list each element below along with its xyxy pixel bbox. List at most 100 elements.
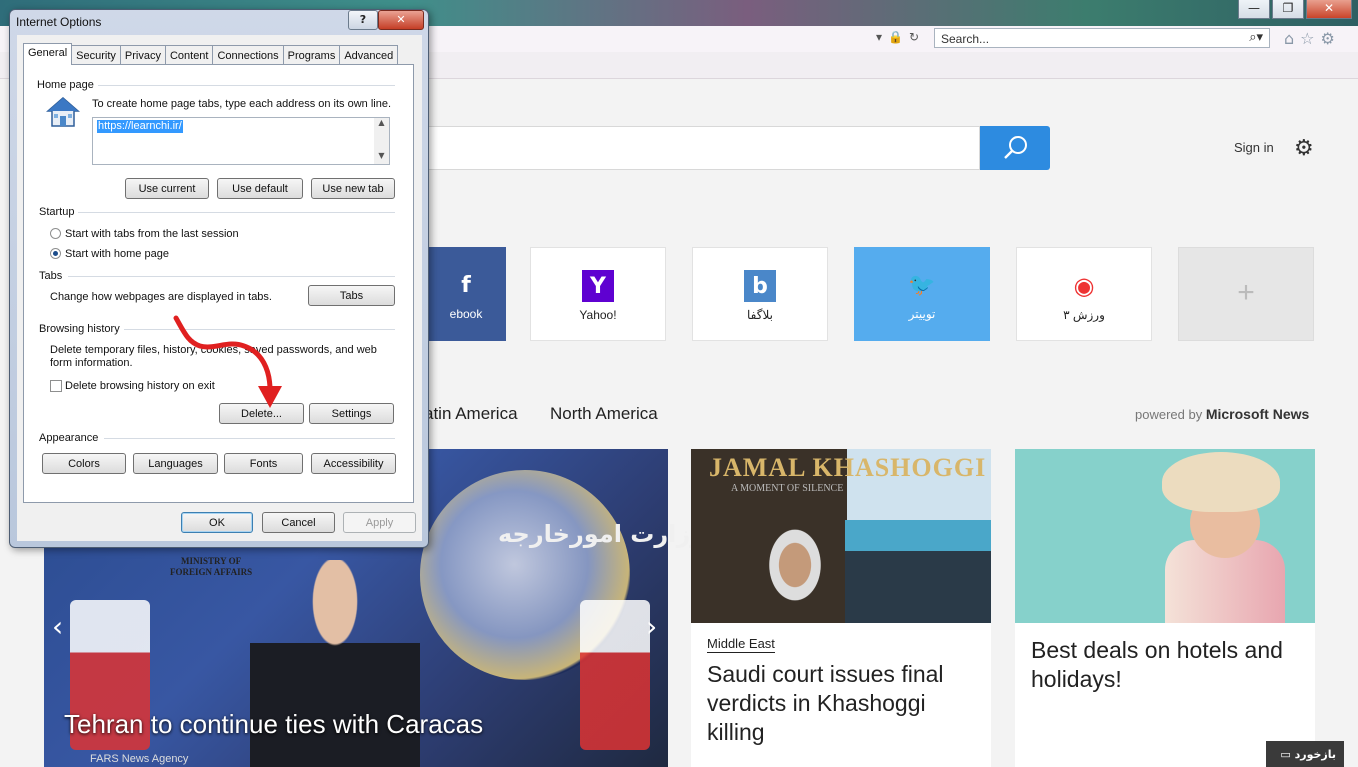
annotation-arrow-icon bbox=[173, 315, 282, 408]
use-current-button[interactable]: Use current bbox=[125, 178, 209, 199]
yahoo-icon: Y bbox=[582, 270, 614, 302]
use-default-button[interactable]: Use default bbox=[217, 178, 303, 199]
startup-home-page-label[interactable]: Start with home page bbox=[65, 248, 169, 261]
browser-toolbar-icons: ⌂ ☆ ⚙ bbox=[1284, 29, 1335, 48]
image-banner-text: JAMAL KHASHOGGI bbox=[709, 453, 987, 482]
tab-content[interactable]: Content bbox=[164, 45, 214, 65]
history-settings-button[interactable]: Settings bbox=[309, 403, 394, 424]
facebook-icon: f bbox=[461, 272, 471, 298]
home-page-icon bbox=[46, 97, 80, 127]
hero-image-flag bbox=[580, 600, 650, 750]
hero-image-mfa-text: MINISTRY OF FOREIGN AFFAIRS bbox=[170, 556, 252, 578]
help-button[interactable]: ? bbox=[348, 10, 378, 30]
window-controls: — ❐ ✕ bbox=[1238, 0, 1352, 20]
feedback-button[interactable]: ▭ بازخورد bbox=[1266, 741, 1344, 767]
mfa-line: MINISTRY OF bbox=[180, 556, 242, 566]
use-new-tab-button[interactable]: Use new tab bbox=[311, 178, 395, 199]
tabs-description: Change how webpages are displayed in tab… bbox=[50, 291, 272, 303]
dialog-title: Internet Options bbox=[16, 15, 102, 29]
tab-programs[interactable]: Programs bbox=[282, 45, 341, 65]
cancel-button[interactable]: Cancel bbox=[262, 512, 335, 533]
tile-label: ebook bbox=[449, 307, 483, 321]
dialog-close-button[interactable]: ✕ bbox=[378, 10, 424, 30]
gear-icon[interactable]: ⚙ bbox=[1321, 29, 1335, 48]
tab-privacy[interactable]: Privacy bbox=[119, 45, 166, 65]
settings-gear-icon[interactable]: ⚙ bbox=[1294, 136, 1314, 161]
maximize-button[interactable]: ❐ bbox=[1272, 0, 1304, 19]
tile-label: Yahoo! bbox=[579, 308, 617, 322]
textarea-scrollbar[interactable]: ▲ ▼ bbox=[374, 118, 389, 164]
group-divider bbox=[78, 212, 395, 213]
feedback-icon: ▭ bbox=[1280, 748, 1295, 761]
tile-add[interactable]: + bbox=[1178, 247, 1314, 341]
image-banner-subtext: A MOMENT OF SILENCE bbox=[731, 483, 844, 494]
tile-facebook[interactable]: f ebook bbox=[426, 247, 506, 341]
carousel-prev-icon[interactable]: ‹ bbox=[52, 610, 63, 643]
scroll-down-icon[interactable]: ▼ bbox=[374, 151, 389, 160]
category-north-america[interactable]: North America bbox=[550, 404, 658, 424]
ok-button[interactable]: OK bbox=[181, 512, 253, 533]
languages-button[interactable]: Languages bbox=[133, 453, 218, 474]
home-icon[interactable]: ⌂ bbox=[1284, 29, 1294, 48]
home-page-heading: Home page bbox=[37, 79, 98, 91]
tile-label: ورزش ۳ bbox=[1063, 308, 1105, 322]
varzesh3-icon: ◉ bbox=[1073, 272, 1095, 300]
msn-search-button[interactable] bbox=[980, 126, 1050, 170]
add-icon: + bbox=[1237, 276, 1255, 309]
tile-label: توییتر bbox=[908, 307, 936, 321]
colors-button[interactable]: Colors bbox=[42, 453, 126, 474]
msn-search-input[interactable] bbox=[420, 126, 980, 170]
tile-label: بلاگفا bbox=[747, 308, 773, 322]
news-card-image-portrait bbox=[755, 520, 835, 620]
feedback-label: بازخورد bbox=[1294, 748, 1336, 761]
blogfa-icon: b bbox=[744, 270, 776, 302]
tab-security[interactable]: Security bbox=[71, 45, 121, 65]
carousel-next-icon[interactable]: › bbox=[646, 610, 657, 643]
search-icon[interactable]: ⌕▾ bbox=[1249, 30, 1263, 45]
browsing-history-heading: Browsing history bbox=[39, 323, 124, 335]
sign-in-link[interactable]: Sign in bbox=[1234, 140, 1274, 155]
address-bar-icons[interactable]: ▾🔒↻ bbox=[876, 30, 925, 44]
search-icon bbox=[1004, 136, 1027, 159]
appearance-heading: Appearance bbox=[39, 432, 103, 444]
apply-button[interactable]: Apply bbox=[343, 512, 416, 533]
hero-image-arabic-text: وزارت امورخارجه bbox=[498, 520, 706, 548]
ad-image-hat bbox=[1162, 452, 1280, 512]
tab-connections[interactable]: Connections bbox=[212, 45, 284, 65]
scroll-up-icon[interactable]: ▲ bbox=[374, 118, 389, 127]
minimize-button[interactable]: — bbox=[1238, 0, 1270, 19]
startup-heading: Startup bbox=[39, 206, 79, 218]
tile-blogfa[interactable]: b بلاگفا bbox=[692, 247, 828, 341]
group-divider bbox=[95, 85, 395, 86]
microsoft-news-brand[interactable]: Microsoft News bbox=[1206, 406, 1309, 422]
ad-card-headline[interactable]: Best deals on hotels and holidays! bbox=[1031, 636, 1301, 694]
category-latin-america[interactable]: atin America bbox=[424, 404, 518, 424]
close-button[interactable]: ✕ bbox=[1306, 0, 1352, 19]
twitter-icon: 🐦 bbox=[908, 272, 936, 298]
news-card-image-crowd bbox=[845, 520, 991, 623]
tile-twitter[interactable]: 🐦 توییتر bbox=[854, 247, 990, 341]
news-card-category[interactable]: Middle East bbox=[707, 636, 775, 653]
tabs-heading: Tabs bbox=[39, 270, 67, 282]
search-input[interactable]: Search... ⌕▾ bbox=[934, 28, 1270, 48]
tile-varzesh3[interactable]: ◉ ورزش ۳ bbox=[1016, 247, 1152, 341]
powered-by-label: powered by bbox=[1135, 407, 1203, 422]
startup-home-page-radio[interactable] bbox=[50, 248, 61, 259]
search-placeholder: Search... bbox=[941, 32, 990, 46]
home-page-instructions: To create home page tabs, type each addr… bbox=[92, 98, 392, 110]
mfa-line: FOREIGN AFFAIRS bbox=[170, 567, 253, 577]
news-card-headline[interactable]: Saudi court issues final verdicts in Kha… bbox=[707, 660, 977, 747]
fonts-button[interactable]: Fonts bbox=[224, 453, 303, 474]
delete-on-exit-checkbox[interactable] bbox=[50, 380, 62, 392]
startup-last-session-radio[interactable] bbox=[50, 228, 61, 239]
accessibility-button[interactable]: Accessibility bbox=[311, 453, 396, 474]
tile-yahoo[interactable]: Y Yahoo! bbox=[530, 247, 666, 341]
tab-advanced[interactable]: Advanced bbox=[339, 45, 399, 65]
tabs-settings-button[interactable]: Tabs bbox=[308, 285, 395, 306]
home-page-url-value[interactable]: https://learnchi.ir/ bbox=[97, 120, 183, 133]
tab-general[interactable]: General bbox=[23, 43, 73, 65]
hero-headline[interactable]: Tehran to continue ties with Caracas bbox=[64, 709, 483, 740]
star-icon[interactable]: ☆ bbox=[1300, 29, 1314, 48]
startup-last-session-label[interactable]: Start with tabs from the last session bbox=[65, 228, 239, 241]
group-divider bbox=[104, 438, 395, 439]
